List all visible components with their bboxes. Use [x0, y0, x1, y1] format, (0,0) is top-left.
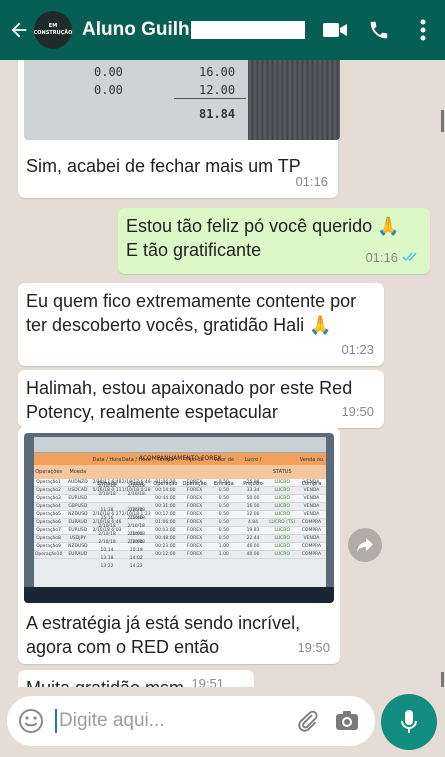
contact-name[interactable]: Aluno Guilh: [82, 19, 305, 41]
mic-button[interactable]: [381, 694, 437, 750]
forward-icon: [357, 538, 373, 552]
message-image[interactable]: ACOMPANHAMENTO FOREX Operações Moeda Data …: [24, 433, 334, 603]
composer: Digite aqui...: [0, 687, 445, 757]
image-divider: [174, 98, 246, 99]
spreadsheet-cell: 40.00: [246, 551, 260, 557]
text-cursor: [55, 709, 57, 733]
message-time: 01:16: [365, 246, 420, 270]
redaction-box: [190, 21, 305, 39]
image-total: 81.84: [199, 107, 236, 121]
scroll-indicator: [441, 672, 444, 687]
spreadsheet-rows: Operação1 AUDNZD 2/18/17 6:48 2/18/17 6:49 0…: [34, 479, 326, 569]
incoming-message[interactable]: Eu quem fico extremamente contente por t…: [18, 283, 384, 366]
message-line: Potency, realmente espetacular: [26, 402, 278, 422]
incoming-message[interactable]: 0.00 0.00 16.00 12.00 81.84 Sim, acabei …: [18, 60, 340, 198]
scroll-indicator: [441, 110, 444, 132]
spreadsheet-cell: EURAUD: [68, 551, 88, 557]
outgoing-message[interactable]: Estou tão feliz pó você querido 🙏 E tão …: [118, 208, 430, 274]
mic-icon: [401, 710, 417, 733]
spreadsheet-row: Operação10 EURAUD 2/10/18 13:22 2/10/18 14:…: [34, 540, 326, 569]
more-options-icon[interactable]: [401, 19, 445, 41]
message-text: Halimah, estou apaixonado por este Red P…: [18, 370, 384, 424]
taskbar: [24, 587, 334, 603]
spreadsheet-cell: 2/10/18 14:22: [127, 539, 145, 569]
back-arrow-icon[interactable]: [4, 19, 34, 41]
contact-avatar[interactable]: EM CONSTRUÇÃO: [34, 11, 72, 49]
emoji-icon[interactable]: [7, 708, 55, 734]
spreadsheet-cell: 2/10/18 13:22: [98, 539, 116, 569]
message-input-bar[interactable]: Digite aqui...: [7, 696, 375, 746]
spreadsheet-cell: COMPRA: [301, 551, 322, 557]
message-text: Sim, acabei de fechar mais um TP: [26, 156, 301, 176]
incoming-message[interactable]: Halimah, estou apaixonado por este Red P…: [18, 370, 384, 428]
message-time: 19:50: [297, 640, 330, 655]
camera-icon[interactable]: [327, 710, 367, 732]
attach-icon[interactable]: [287, 709, 327, 733]
message-time: 19:51: [191, 676, 224, 687]
image-value: 0.00: [94, 83, 123, 97]
message-line: A estratégia já está sendo incrível,: [26, 613, 301, 633]
spreadsheet-cell: 00:12:00: [155, 551, 176, 557]
avatar-text-line2: CONSTRUÇÃO: [33, 30, 73, 36]
incoming-message[interactable]: Muita gratidão msm 19:51: [18, 670, 254, 687]
message-text: Eu quem fico extremamente contente por t…: [18, 283, 384, 337]
phone-call-icon[interactable]: [357, 19, 401, 41]
message-text: A estratégia já está sendo incrível, ago…: [18, 605, 308, 659]
contact-name-text: Aluno Guilh: [82, 19, 190, 40]
spreadsheet-cell: LUCRO: [274, 551, 290, 557]
spreadsheet-cell: FOREX: [187, 551, 203, 557]
message-input[interactable]: Digite aqui...: [59, 710, 287, 732]
image-dark-band: [248, 60, 340, 140]
chat-area[interactable]: 0.00 0.00 16.00 12.00 81.84 Sim, acabei …: [0, 60, 445, 687]
avatar-text-line1: EM: [48, 23, 58, 29]
message-line: agora com o RED então: [26, 637, 220, 657]
message-time: 01:16: [295, 174, 328, 189]
message-image[interactable]: 0.00 0.00 16.00 12.00 81.84: [24, 60, 340, 140]
message-line: Halimah, estou apaixonado por este Red: [26, 378, 353, 398]
video-call-icon[interactable]: [313, 21, 357, 39]
spreadsheet-cell: Operação10: [34, 551, 63, 557]
read-ticks-icon: [402, 246, 420, 270]
incoming-message[interactable]: ACOMPANHAMENTO FOREX Operações Moeda Data …: [18, 427, 340, 664]
message-line: Eu quem fico extremamente contente por: [26, 291, 357, 311]
forward-button[interactable]: [348, 528, 382, 562]
chat-header: EM CONSTRUÇÃO Aluno Guilh: [0, 0, 445, 60]
message-time: 01:23: [341, 342, 374, 357]
spreadsheet: ACOMPANHAMENTO FOREX Operações Moeda Data …: [34, 437, 326, 587]
message-line: Estou tão feliz pó você querido 🙏: [126, 216, 400, 236]
spreadsheet-cell: 1.00: [218, 551, 229, 557]
message-time: 19:50: [341, 404, 374, 419]
message-line: ter descoberto vocês, gratidão Hali 🙏: [26, 315, 332, 335]
